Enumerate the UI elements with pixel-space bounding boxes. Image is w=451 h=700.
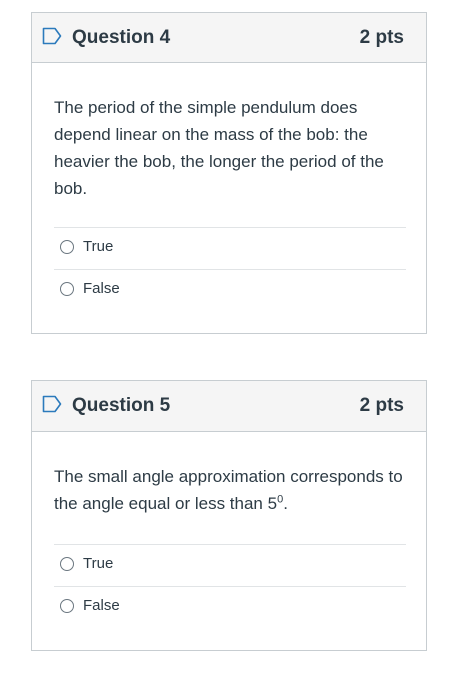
question-4-text: The period of the simple pendulum does d… <box>54 98 384 198</box>
answer-option-false[interactable]: False <box>54 269 406 311</box>
radio-button[interactable] <box>60 282 74 296</box>
question-4-points: 2 pts <box>359 27 404 48</box>
question-4-header: Question 4 2 pts <box>32 13 426 63</box>
question-5-header: Question 5 2 pts <box>32 381 426 432</box>
question-5-answers: True False <box>54 544 406 628</box>
answer-option-false[interactable]: False <box>54 586 406 628</box>
answer-label: True <box>83 238 114 255</box>
radio-button[interactable] <box>60 557 74 571</box>
question-4-answers: True False <box>54 227 406 311</box>
answer-label: False <box>83 280 120 297</box>
flag-question-icon[interactable] <box>42 27 62 45</box>
answer-option-true[interactable]: True <box>54 227 406 269</box>
radio-button[interactable] <box>60 599 74 613</box>
question-5-text-end: . <box>283 494 288 513</box>
answer-label: False <box>83 597 120 614</box>
question-5-title: Question 5 <box>72 395 171 416</box>
question-5-card: Question 5 2 pts The small angle approxi… <box>31 380 427 651</box>
answer-option-true[interactable]: True <box>54 544 406 586</box>
flag-question-icon[interactable] <box>42 395 62 413</box>
answer-label: True <box>83 555 114 572</box>
question-4-title: Question 4 <box>72 27 171 48</box>
question-5-text-main: The small angle approximation correspond… <box>54 467 403 513</box>
radio-button[interactable] <box>60 240 74 254</box>
question-5-points: 2 pts <box>359 395 404 416</box>
question-4-card: Question 4 2 pts The period of the simpl… <box>31 12 427 334</box>
question-5-text: The small angle approximation correspond… <box>54 463 410 517</box>
